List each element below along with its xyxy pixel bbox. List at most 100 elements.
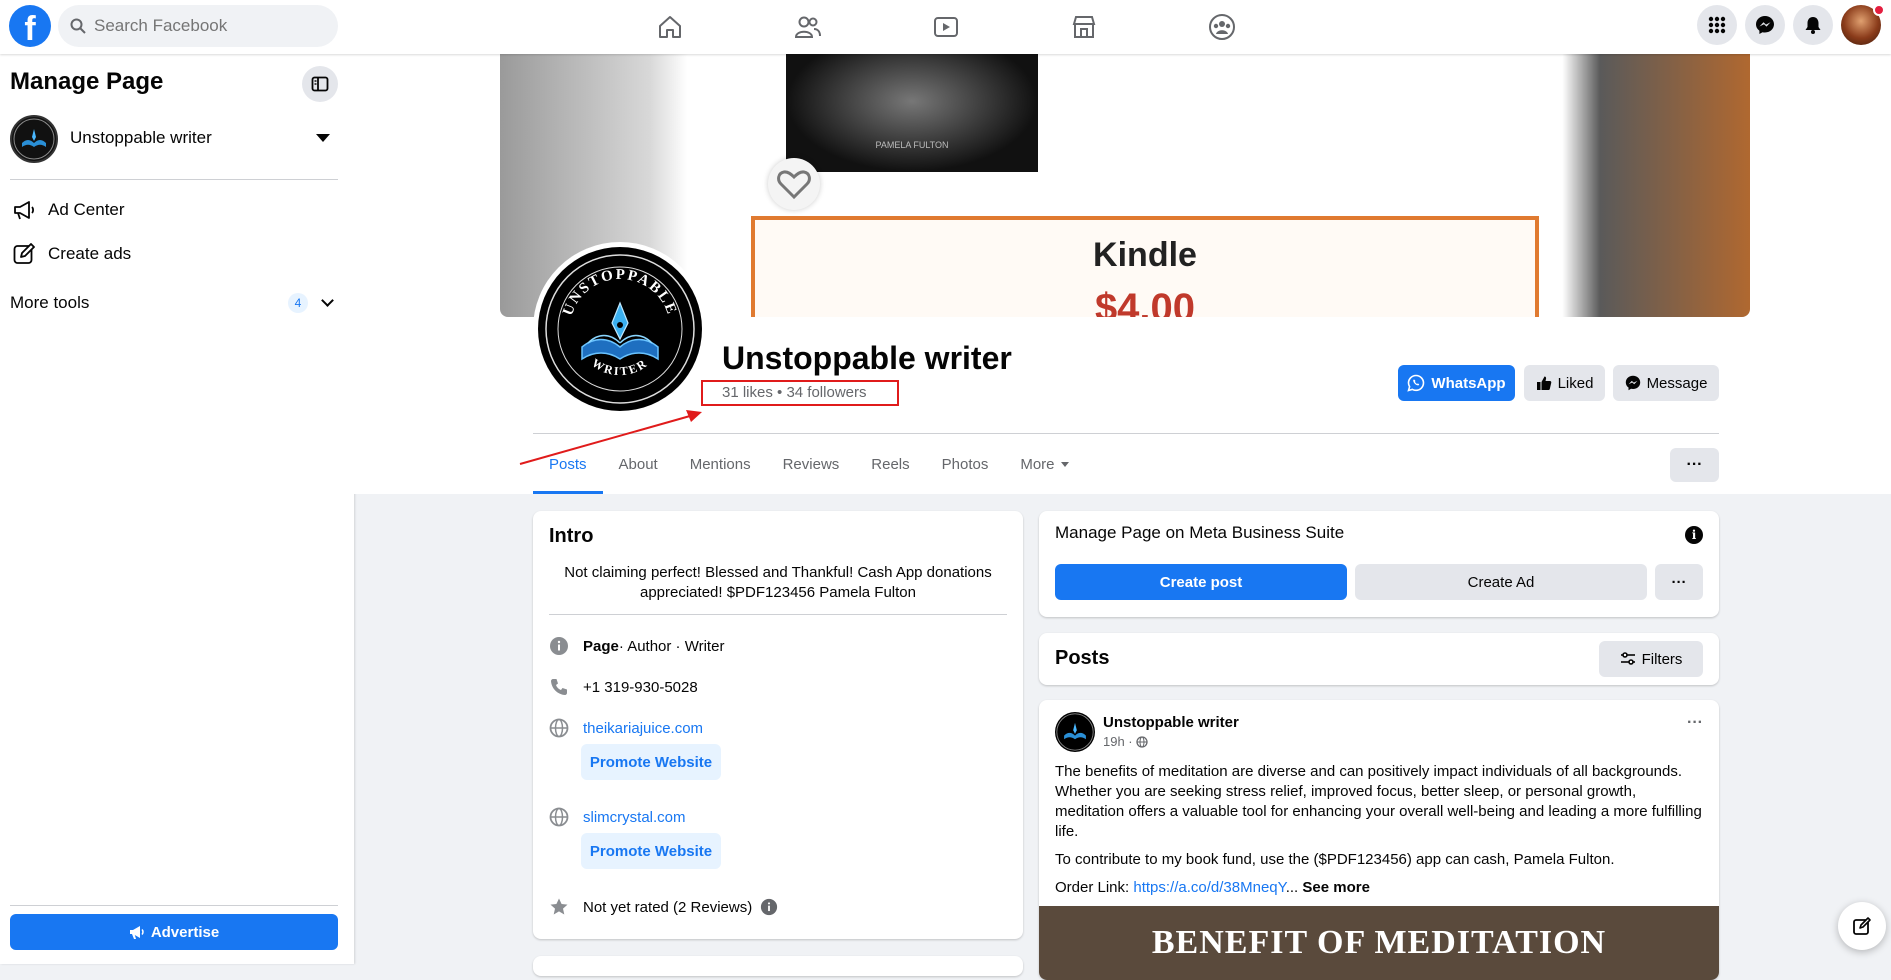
megaphone-icon [10,196,38,224]
sidebar-item-ad-center[interactable]: Ad Center [10,190,338,230]
create-ad-button[interactable]: Create Ad [1355,564,1647,600]
info-icon[interactable]: i [1685,526,1703,544]
page-title: Unstoppable writer [722,340,1012,376]
advertise-label: Advertise [150,923,220,941]
sidebar-item-create-ads[interactable]: Create ads [10,234,338,274]
manage-page-sidebar: Manage Page Unstoppable writer Ad Center… [0,54,354,964]
business-suite-card: Manage Page on Meta Business Suite i Cre… [1039,511,1719,617]
home-icon[interactable] [638,6,702,48]
edit-icon [10,240,38,268]
heart-icon [768,158,820,210]
tab-reviews[interactable]: Reviews [767,434,856,494]
compose-icon [1853,917,1871,935]
new-message-button[interactable] [1838,902,1886,950]
post-time-text: 19h · [1103,734,1133,749]
globe-icon [1135,735,1148,748]
messenger-icon[interactable] [1745,5,1785,45]
sidebar-title: Manage Page [10,68,164,95]
intro-category-type: Page [583,637,619,655]
sidebar-divider [10,905,338,906]
megaphone-icon [129,926,144,939]
marketplace-icon[interactable] [1052,6,1116,48]
globe-icon [549,718,569,738]
liked-button[interactable]: Liked [1524,365,1605,401]
sidebar-item-more-tools[interactable]: More tools 4 [10,283,338,323]
annotation-highlight-box [701,380,899,406]
post-more-options-icon[interactable]: ··· [1687,714,1703,732]
groups-icon[interactable] [1190,6,1254,48]
intro-phone-row: +1 319-930-5028 [549,677,698,697]
create-post-button[interactable]: Create post [1055,564,1347,600]
advertise-button[interactable]: Advertise [10,914,338,950]
page-profile-picture[interactable]: UNSTOPPABLE WRITER [533,242,707,416]
post-order-line: Order Link: https://a.co/d/38MneqY... Se… [1055,878,1705,898]
watch-icon[interactable] [914,6,978,48]
tab-photos[interactable]: Photos [926,434,1005,494]
menu-grid-icon[interactable] [1697,5,1737,45]
post-author-avatar[interactable] [1055,712,1095,752]
promote-website-button[interactable]: Promote Website [581,744,721,780]
friends-icon[interactable] [776,6,840,48]
website-link[interactable]: theikariajuice.com [583,720,703,737]
whatsapp-button[interactable]: WhatsApp [1398,365,1515,401]
search-icon [70,18,86,34]
sidebar-item-label: More tools [10,293,90,312]
cover-price: $4.00 [1094,286,1196,317]
caret-down-icon [1060,461,1069,467]
globe-icon [549,807,569,827]
website-link[interactable]: slimcrystal.com [583,809,686,826]
intro-category-detail: · Author · Writer [618,637,725,655]
promote-website-button[interactable]: Promote Website [581,833,721,869]
filters-icon [1620,652,1635,665]
top-navigation-bar: f [0,0,1891,54]
sidebar-divider [10,179,338,180]
caret-down-icon[interactable] [316,134,330,142]
tab-reels[interactable]: Reels [855,434,925,494]
tab-more[interactable]: More [1004,434,1084,494]
post-timestamp[interactable]: 19h · [1103,734,1148,749]
post-card: Unstoppable writer 19h · ··· The benefit… [1039,700,1719,980]
sidebar-item-label: Ad Center [48,200,125,219]
cover-kindle-box: Kindle $4.00 [751,216,1539,317]
order-link[interactable]: https://a.co/d/38MneqY [1133,879,1285,896]
phone-icon [549,677,569,697]
bell-icon[interactable] [1793,5,1833,45]
page-switcher[interactable]: Unstoppable writer [10,112,338,166]
info-icon[interactable] [760,898,778,916]
sidebar-item-label: Create ads [48,244,132,263]
next-card-peek [533,956,1023,976]
chevron-down-icon [321,294,334,307]
tab-more-label: More [1020,455,1055,473]
page-more-options-button[interactable]: ··· [1670,448,1719,482]
post-image[interactable]: BENEFIT OF MEDITATION [1039,906,1719,980]
post-paragraph: The benefits of meditation are diverse a… [1055,763,1702,840]
collapse-sidebar-icon[interactable] [302,66,338,102]
business-suite-title: Manage Page on Meta Business Suite [1055,523,1345,542]
post-author-name[interactable]: Unstoppable writer [1103,714,1239,731]
page-switcher-name: Unstoppable writer [70,128,212,147]
star-icon [549,897,569,917]
search-input[interactable] [92,5,328,47]
notification-dot [1873,4,1885,16]
intro-website-row: theikariajuice.com [549,718,703,738]
filters-button[interactable]: Filters [1599,641,1703,677]
message-button[interactable]: Message [1613,365,1719,401]
suite-more-options-button[interactable]: ··· [1655,564,1703,600]
whatsapp-icon [1407,374,1425,392]
search-box[interactable] [58,5,338,47]
cover-book-image: PAMELA FULTON [786,54,1038,172]
count-badge: 4 [288,293,308,313]
intro-phone: +1 319-930-5028 [583,678,698,696]
messenger-icon [1625,375,1640,391]
see-more-link[interactable]: See more [1302,879,1370,896]
order-prefix: Order Link: [1055,879,1134,896]
cover-kindle-title: Kindle [1093,236,1197,274]
cover-book-caption: PAMELA FULTON [875,140,949,150]
annotation-arrow [519,410,702,465]
intro-card: Intro Not claiming perfect! Blessed and … [533,511,1023,939]
filters-label: Filters [1641,650,1683,668]
whatsapp-label: WhatsApp [1431,374,1506,392]
intro-rating-row: Not yet rated (2 Reviews) [549,897,778,917]
facebook-logo[interactable]: f [9,5,51,47]
posts-header-card: Posts Filters [1039,633,1719,685]
